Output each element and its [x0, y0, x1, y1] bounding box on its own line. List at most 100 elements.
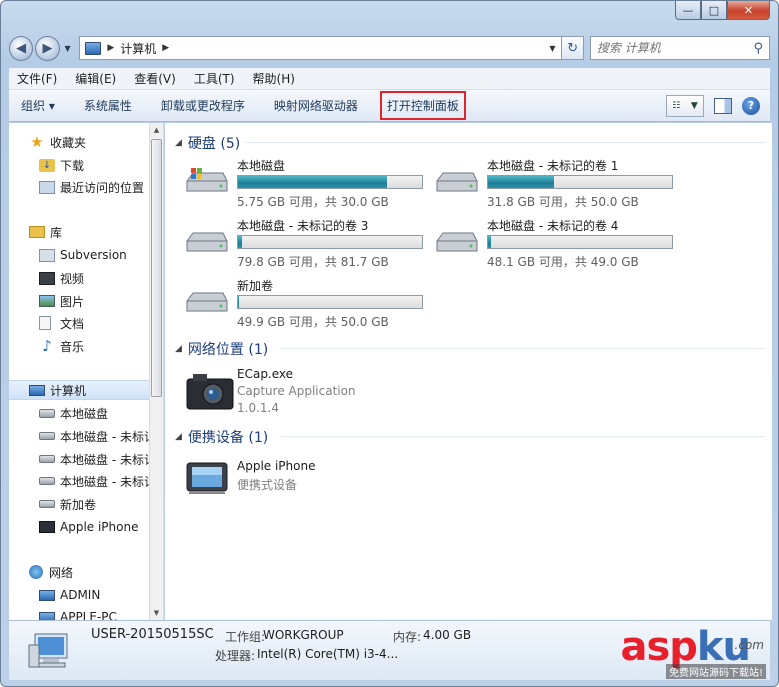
navigation-pane: ★ 收藏夹 ↓ 下载 最近访问的位置 库 Subversion 视频 图片 文档…: [9, 123, 164, 620]
menu-view[interactable]: 查看(V): [134, 70, 176, 87]
hard-drive-icon: [39, 432, 55, 440]
nav-label: Subversion: [60, 248, 127, 262]
recent-pages-dropdown[interactable]: ▼: [62, 44, 74, 53]
nav-label: 音乐: [60, 339, 85, 354]
breadcrumb-computer[interactable]: 计算机: [120, 40, 156, 57]
organize-button[interactable]: 组织 ▾: [21, 97, 55, 114]
nav-subversion[interactable]: Subversion: [39, 245, 127, 265]
nav-label: Apple iPhone: [60, 520, 139, 534]
network-icon: [29, 565, 43, 579]
menu-edit[interactable]: 编辑(E): [75, 70, 116, 87]
preview-pane-button[interactable]: [714, 97, 732, 114]
network-computer-icon: [39, 589, 55, 601]
nav-label: 网络: [49, 565, 74, 580]
nav-iphone[interactable]: Apple iPhone: [39, 517, 138, 537]
nav-videos[interactable]: 视频: [39, 268, 84, 288]
refresh-button[interactable]: ↻: [562, 36, 584, 60]
address-dropdown-icon[interactable]: ▼: [543, 44, 561, 53]
nav-network[interactable]: 网络: [29, 562, 73, 582]
drive-name: 本地磁盘: [237, 159, 286, 173]
nav-downloads[interactable]: ↓ 下载: [39, 155, 84, 175]
drive-tile[interactable]: 本地磁盘 - 未标记的卷 4 48.1 GB 可用，共 49.0 GB: [425, 217, 675, 273]
nav-computer[interactable]: 计算机: [9, 380, 151, 400]
scrollbar-thumb[interactable]: [151, 139, 162, 397]
watermark-tagline: 免费网站源码下载站!: [665, 664, 766, 679]
address-bar[interactable]: ▶ 计算机 ▶ ▼: [79, 36, 563, 60]
collapse-icon[interactable]: ◢: [175, 138, 182, 148]
search-input[interactable]: [596, 41, 754, 55]
chevron-down-icon[interactable]: ▼: [691, 101, 698, 111]
drive-free-space: 49.9 GB 可用，共 50.0 GB: [237, 315, 389, 329]
group-divider: [279, 348, 765, 349]
portable-device-icon: [186, 462, 228, 494]
nav-drive-1[interactable]: 本地磁盘 - 未标记: [39, 426, 156, 446]
menu-help[interactable]: 帮助(H): [253, 70, 295, 87]
nav-drive-3[interactable]: 本地磁盘 - 未标记: [39, 471, 156, 491]
nav-label: ADMIN: [60, 588, 101, 602]
breadcrumb-separator-icon[interactable]: ▶: [107, 43, 114, 53]
forward-arrow-icon: ▶: [42, 40, 53, 56]
nav-drive-2[interactable]: 本地磁盘 - 未标记: [39, 449, 156, 469]
nav-music[interactable]: ♪ 音乐: [39, 336, 84, 356]
menu-file[interactable]: 文件(F): [17, 70, 57, 87]
hard-drive-icon: [436, 232, 478, 252]
minimize-button[interactable]: —: [675, 1, 701, 20]
view-controls: ☷ ▼ ?: [666, 94, 770, 117]
back-button[interactable]: ◀: [9, 35, 34, 61]
nav-scrollbar[interactable]: ▲ ▼: [149, 123, 163, 620]
group-header-network-locations[interactable]: ◢ 网络位置 (1): [175, 339, 268, 359]
drive-tile[interactable]: 本地磁盘 - 未标记的卷 1 31.8 GB 可用，共 50.0 GB: [425, 157, 675, 213]
maximize-button[interactable]: □: [701, 1, 727, 20]
nav-recent-places[interactable]: 最近访问的位置: [39, 177, 144, 197]
drive-tile[interactable]: 新加卷 49.9 GB 可用，共 50.0 GB: [175, 277, 425, 333]
nav-pictures[interactable]: 图片: [39, 291, 84, 311]
help-button[interactable]: ?: [742, 96, 760, 115]
drive-free-space: 5.75 GB 可用，共 30.0 GB: [237, 195, 389, 209]
scroll-up-icon[interactable]: ▲: [150, 123, 163, 137]
subversion-icon: [39, 248, 55, 262]
computer-icon: [28, 633, 68, 668]
open-control-panel-button[interactable]: 打开控制面板: [379, 91, 466, 120]
nav-favorites[interactable]: ★ 收藏夹: [29, 132, 86, 152]
group-header-portable-devices[interactable]: ◢ 便携设备 (1): [175, 427, 268, 447]
uninstall-program-button[interactable]: 卸载或更改程序: [161, 97, 245, 114]
change-view-button[interactable]: ☷ ▼: [666, 94, 704, 117]
menu-tools[interactable]: 工具(T): [194, 70, 235, 87]
group-divider: [245, 142, 765, 143]
group-header-hdd[interactable]: ◢ 硬盘 (5): [175, 133, 240, 153]
nav-new-volume[interactable]: 新加卷: [39, 494, 96, 514]
document-icon: [39, 316, 51, 330]
breadcrumb-separator-icon[interactable]: ▶: [162, 43, 169, 53]
nav-documents[interactable]: 文档: [39, 313, 84, 333]
forward-button[interactable]: ▶: [35, 35, 60, 61]
capacity-bar: [487, 175, 673, 189]
network-computer-icon: [39, 611, 55, 620]
item-version: 1.0.1.4: [237, 401, 279, 415]
capacity-bar: [237, 235, 423, 249]
view-details-icon: ☷: [672, 100, 681, 111]
map-network-drive-button[interactable]: 映射网络驱动器: [274, 97, 358, 114]
close-button[interactable]: ✕: [727, 1, 770, 20]
search-icon[interactable]: ⚲: [753, 41, 763, 56]
capacity-bar: [487, 235, 673, 249]
refresh-icon: ↻: [567, 40, 579, 56]
hard-drive-icon: [186, 232, 228, 252]
music-note-icon: ♪: [42, 337, 52, 355]
drive-tile[interactable]: 本地磁盘 5.75 GB 可用，共 30.0 GB: [175, 157, 425, 213]
system-properties-button[interactable]: 系统属性: [84, 97, 132, 114]
video-icon: [39, 271, 55, 285]
capacity-bar-fill: [238, 236, 243, 248]
nav-apple-pc[interactable]: APPLE-PC: [39, 607, 117, 620]
nav-drive-c[interactable]: 本地磁盘: [39, 403, 108, 423]
search-box[interactable]: ⚲: [589, 36, 770, 60]
nav-libraries[interactable]: 库: [29, 222, 62, 242]
nav-admin[interactable]: ADMIN: [39, 585, 100, 605]
collapse-icon[interactable]: ◢: [175, 432, 182, 442]
memory-value: 4.00 GB: [423, 628, 472, 642]
collapse-icon[interactable]: ◢: [175, 344, 182, 354]
nav-label: 库: [50, 225, 63, 240]
scroll-down-icon[interactable]: ▼: [150, 606, 163, 620]
drive-tile[interactable]: 本地磁盘 - 未标记的卷 3 79.8 GB 可用，共 81.7 GB: [175, 217, 425, 273]
watermark: aspku .com 免费网站源码下载站!: [610, 618, 770, 679]
nav-label: 文档: [60, 316, 85, 331]
